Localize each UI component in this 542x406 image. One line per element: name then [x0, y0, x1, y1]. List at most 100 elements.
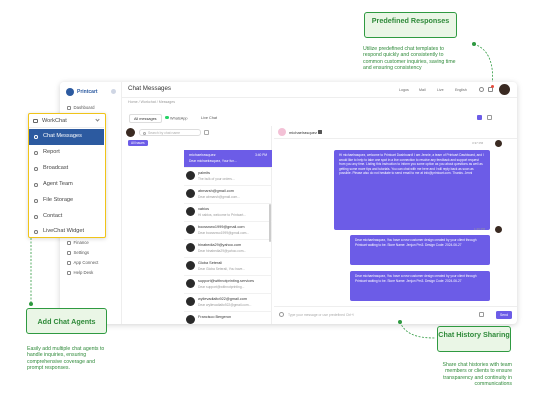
chat-item[interactable]: hinabedia29@yahoo.com Dear hinabedia29@y…	[184, 240, 272, 258]
chat-avatar	[186, 225, 195, 234]
brand-logo-icon	[66, 88, 74, 96]
contact-info-icon[interactable]	[318, 130, 322, 134]
predefined-responses-title: Predefined Responses	[364, 12, 457, 38]
breadcrumb: Home / Workchat / Messages	[128, 100, 176, 104]
bullet-icon	[34, 230, 38, 234]
breadcrumb-workchat[interactable]: Workchat	[141, 100, 156, 104]
agent-message-avatar	[495, 226, 502, 233]
message-time: 3:37 PM	[472, 141, 484, 145]
chat-item[interactable]: Francisco Bergeron	[184, 312, 272, 324]
message-bubble: Hi michaelrasquez, welcome to Printcart …	[334, 150, 490, 230]
workchat-header[interactable]: WorkChat	[29, 114, 104, 128]
chat-item[interactable]: support@withnotprinting.services Dear su…	[184, 276, 272, 294]
top-action-logos[interactable]: Logos	[399, 88, 409, 92]
sidebar-item-finance[interactable]: Finance	[67, 240, 89, 245]
sidebar-item-app-connect[interactable]: App Connect	[67, 260, 98, 265]
chat-item[interactable]: wylievadialto922@gmail.com Dear wylievad…	[184, 294, 272, 312]
agent-message-avatar	[495, 140, 502, 147]
dropdown-item-report[interactable]: Report	[29, 145, 104, 161]
chevron-down-icon	[95, 117, 100, 122]
help-desk-icon	[67, 271, 71, 275]
chat-avatar	[186, 315, 195, 324]
chat-item[interactable]: xabios Hi xabios, welcome to Printcart..…	[184, 204, 272, 222]
bullet-icon	[34, 167, 38, 171]
page-title: Chat Messages	[128, 85, 171, 92]
contact-name: michaelrasquez	[289, 129, 318, 135]
chat-avatar	[186, 207, 195, 216]
dropdown-item-contact[interactable]: Contact	[29, 209, 104, 225]
finance-icon	[67, 241, 71, 245]
breadcrumb-home[interactable]: Home	[128, 100, 138, 104]
app-window: Printcart Dashboard Finance Settings App…	[60, 82, 517, 324]
message-bubble: Dear michaelrasquez, You have a new cust…	[350, 235, 490, 265]
bullet-icon	[34, 135, 38, 139]
breadcrumb-messages: Messages	[158, 100, 176, 104]
chat-avatar	[186, 243, 195, 252]
tab-live-chat[interactable]: Live Chat	[201, 116, 217, 120]
dropdown-item-chat-messages[interactable]: Chat Messages	[29, 129, 104, 145]
chat-avatar	[186, 171, 195, 180]
sidebar-item-dashboard[interactable]: Dashboard	[67, 105, 95, 110]
agent-avatar	[126, 128, 135, 137]
message-bubble: Dear michaelrasquez, You have a new cust…	[350, 271, 490, 301]
add-chat-agents-title: Add Chat Agents	[26, 308, 107, 334]
sidebar-item-settings[interactable]: Settings	[67, 250, 89, 255]
add-agents-connector	[29, 238, 33, 306]
dropdown-item-livechat-widget[interactable]: LiveChat Widget	[29, 224, 104, 240]
chat-avatar	[186, 279, 195, 288]
message-input[interactable]: Type your message or use predefined Ctrl…	[288, 313, 354, 317]
dropdown-item-broadcast[interactable]: Broadcast	[29, 161, 104, 177]
template-icon[interactable]	[479, 312, 484, 317]
message-time: 1:29 PM	[474, 227, 486, 231]
collapse-icon[interactable]	[111, 89, 116, 94]
chat-item[interactable]: Globa Seterali Dear Globa Seterali, You …	[184, 258, 272, 276]
grid-view-icon[interactable]	[487, 115, 492, 120]
chat-search-input[interactable]: Search by chat name	[139, 129, 201, 136]
workchat-dropdown: WorkChat Chat Messages Report Broadcast …	[28, 113, 106, 238]
top-action-mail[interactable]: Mail	[419, 88, 426, 92]
filter-badge[interactable]: All Issues	[128, 140, 148, 146]
chat-item[interactable]: bocssnwo1999@gmail.com Dear bocssnwo1999…	[184, 222, 272, 240]
contact-avatar	[278, 128, 286, 136]
chat-item[interactable]: michaelrasquez Dear michaelrasquez, Your…	[184, 150, 272, 168]
search-icon	[142, 131, 146, 135]
chat-item[interactable]: palmits The bulk of your orders...	[184, 168, 272, 186]
settings-icon	[67, 251, 71, 255]
language-select[interactable]: English	[455, 88, 467, 92]
dropdown-item-file-storage[interactable]: File Storage	[29, 193, 104, 209]
add-chat-agents-text: Easily add multiple chat agents to handl…	[27, 346, 105, 372]
whatsapp-icon	[165, 115, 169, 119]
brand-name: Printcart	[77, 88, 98, 95]
chat-bubble-icon	[33, 118, 38, 123]
chat-list-scrollbar[interactable]	[269, 204, 271, 242]
notification-badge	[491, 85, 494, 88]
predefined-responses-text: Utilize predefined chat templates to res…	[363, 46, 456, 72]
dark-mode-icon[interactable]	[479, 87, 484, 92]
app-connect-icon	[67, 261, 71, 265]
chat-item[interactable]: abmarsh@gmail.com Dear abmarsh@gmail.com…	[184, 186, 272, 204]
conversation-header: michaelrasquez	[274, 126, 517, 139]
dropdown-item-agent-team[interactable]: Agent Team	[29, 177, 104, 193]
top-bar: Chat Messages Logos Mail Live English	[122, 82, 517, 98]
filter-icon[interactable]	[204, 129, 209, 135]
chat-list: Search by chat name All Issues michaelra…	[122, 126, 272, 324]
bullet-icon	[34, 199, 38, 203]
user-avatar[interactable]	[499, 84, 510, 95]
bullet-icon	[34, 183, 38, 187]
bullet-icon	[34, 215, 38, 219]
dashboard-icon	[67, 106, 71, 110]
tab-all-messages[interactable]: All messages	[129, 114, 162, 123]
chat-avatar	[186, 297, 195, 306]
chat-avatar	[186, 189, 195, 198]
chat-history-sharing-title: Chat History Sharing	[437, 326, 511, 352]
view-toggle-icon[interactable]	[477, 115, 482, 120]
bullet-icon	[34, 151, 38, 155]
emoji-icon[interactable]	[279, 312, 284, 317]
tab-whatsapp[interactable]: WhatsApp	[165, 115, 188, 120]
sidebar-item-help-desk[interactable]: Help Desk	[67, 270, 93, 275]
history-connector	[398, 320, 437, 339]
send-button[interactable]: Send	[496, 310, 512, 319]
chat-history-sharing-text: Share chat histories with team members o…	[442, 362, 513, 388]
top-action-live[interactable]: Live	[437, 88, 444, 92]
chat-avatar	[186, 261, 195, 270]
